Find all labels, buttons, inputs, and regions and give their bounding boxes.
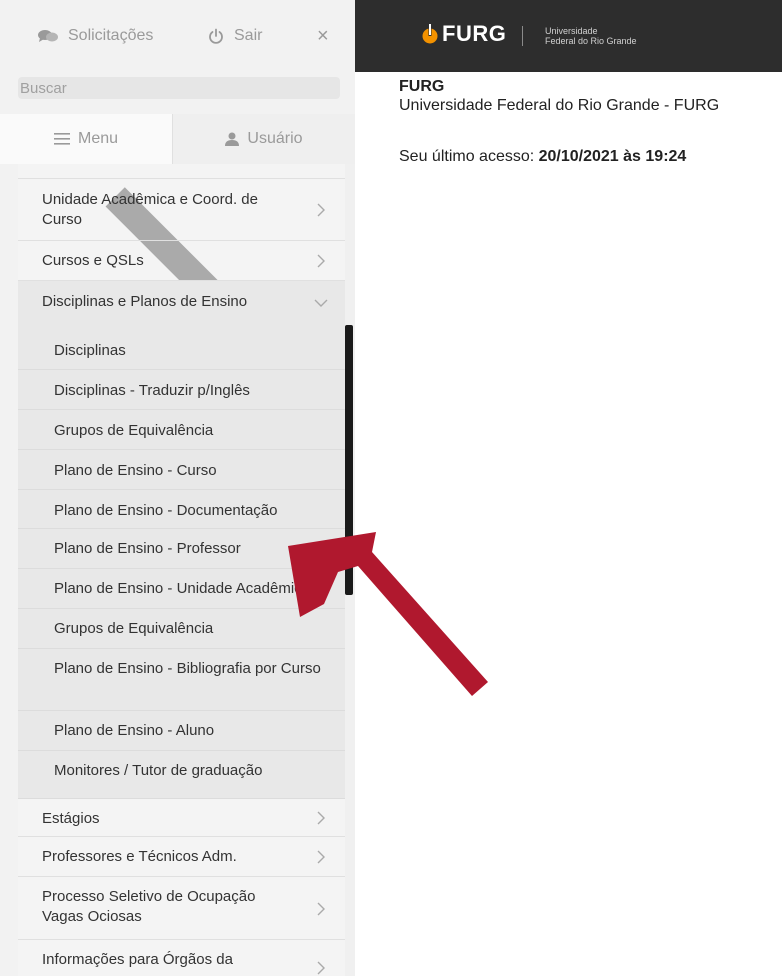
submenu-item[interactable]: Plano de Ensino - Unidade Acadêmica: [18, 569, 345, 609]
submenu-item-label: Plano de Ensino - Bibliografia por Curso: [54, 660, 321, 677]
logo-subtitle-line1: Universidade: [545, 26, 598, 36]
requests-button[interactable]: Solicitações: [38, 27, 153, 45]
flame-logo-icon: [422, 23, 438, 44]
menu-item-label: Informações para Órgãos da: [42, 951, 233, 968]
tab-user-label: Usuário: [247, 130, 303, 147]
menu-item-professores[interactable]: Professores e Técnicos Adm.: [18, 837, 345, 877]
submenu-item-label: Monitores / Tutor de graduação: [54, 762, 263, 779]
requests-label: Solicitações: [68, 27, 154, 44]
tab-menu[interactable]: Menu: [0, 114, 173, 164]
submenu-item-label: Disciplinas - Traduzir p/Inglês: [54, 382, 250, 399]
submenu-item-label: Plano de Ensino - Curso: [54, 462, 217, 479]
logo-text: FURG: [442, 21, 507, 46]
submenu-item-label: Grupos de Equivalência: [54, 422, 214, 439]
menu-item-label: Unidade Acadêmica e Coord. de Curso: [42, 191, 258, 228]
scrollbar-thumb[interactable]: [345, 325, 353, 595]
submenu-item[interactable]: Plano de Ensino - Professor: [18, 529, 345, 569]
submenu-item-label: Plano de Ensino - Professor: [54, 540, 241, 557]
submenu-item-label: Disciplinas: [54, 342, 126, 359]
menu-item-informacoes-orgaos[interactable]: Informações para Órgãos da: [18, 940, 345, 976]
org-full-name: Universidade Federal do Rio Grande - FUR…: [399, 97, 720, 114]
user-icon: [225, 132, 240, 146]
hamburger-icon: [53, 133, 70, 145]
sidebar-menu: Unidade Acadêmica e Coord. de Curso Curs…: [18, 164, 345, 976]
menu-item-estagios[interactable]: Estágios: [18, 799, 345, 837]
submenu-item[interactable]: Grupos de Equivalência: [18, 410, 345, 450]
submenu-item[interactable]: Plano de Ensino - Curso: [18, 450, 345, 490]
menu-item-disciplinas-planos[interactable]: Disciplinas e Planos de Ensino: [18, 281, 345, 329]
submenu-item[interactable]: Grupos de Equivalência: [18, 609, 345, 649]
submenu-item[interactable]: Disciplinas - Traduzir p/Inglês: [18, 370, 345, 410]
submenu-item-label: Plano de Ensino - Aluno: [54, 722, 215, 739]
close-icon[interactable]: ×: [317, 25, 329, 48]
search-input[interactable]: [18, 77, 340, 99]
org-short-name: FURG: [399, 78, 445, 95]
chevron-right-icon: [317, 961, 325, 975]
app-header: FURG Universidade Federal do Rio Grande: [355, 0, 782, 72]
menu-item-label: Professores e Técnicos Adm.: [42, 848, 237, 865]
menu-item-label: Processo Seletivo de Ocupação Vagas Ocio…: [42, 888, 256, 925]
menu-item-label: Disciplinas e Planos de Ensino: [42, 293, 248, 310]
logout-button[interactable]: Sair: [208, 27, 262, 45]
sidebar-tabs: Menu Usuário: [0, 114, 355, 164]
logo-subtitle: Universidade Federal do Rio Grande: [545, 26, 637, 46]
last-access-label: Seu último acesso:: [399, 148, 539, 165]
submenu-item-label: Grupos de Equivalência: [54, 620, 214, 637]
chevron-down-icon: [314, 299, 328, 307]
submenu-item[interactable]: Plano de Ensino - Documentação: [18, 490, 345, 529]
chevron-right-icon: [317, 254, 325, 268]
submenu-item[interactable]: Disciplinas: [18, 329, 345, 370]
submenu-item[interactable]: Plano de Ensino - Aluno: [18, 711, 345, 751]
submenu-item-label: Plano de Ensino - Documentação: [54, 502, 278, 519]
menu-item-partial[interactable]: [18, 164, 345, 440]
chat-bubbles-icon: [38, 30, 58, 42]
submenu-item[interactable]: Plano de Ensino - Bibliografia por Curso: [18, 649, 345, 711]
logo-divider: [522, 26, 523, 46]
power-icon: [209, 28, 223, 44]
last-access-value: 20/10/2021 às 19:24: [538, 148, 687, 165]
chevron-right-icon: [317, 203, 325, 217]
tab-user[interactable]: Usuário: [173, 114, 355, 164]
sidebar-topbar: Solicitações Sair ×: [0, 0, 355, 72]
submenu-item[interactable]: Monitores / Tutor de graduação: [18, 751, 345, 799]
chevron-right-icon: [317, 850, 325, 864]
last-access: Seu último acesso: 20/10/2021 às 19:24: [399, 148, 686, 166]
menu-item-label: Cursos e QSLs: [42, 252, 144, 269]
menu-item-cursos-qsls[interactable]: Cursos e QSLs: [18, 241, 345, 281]
tab-menu-label: Menu: [77, 130, 119, 147]
chevron-right-icon: [317, 902, 325, 916]
furg-logo[interactable]: FURG: [422, 21, 506, 47]
menu-item-processo-seletivo[interactable]: Processo Seletivo de Ocupação Vagas Ocio…: [18, 877, 345, 940]
chevron-right-icon: [317, 811, 325, 825]
submenu-item-label: Plano de Ensino - Unidade Acadêmica: [54, 580, 310, 597]
logout-label: Sair: [234, 27, 263, 44]
menu-item-label: Estágios: [42, 810, 100, 827]
menu-item-unidade-academica[interactable]: Unidade Acadêmica e Coord. de Curso: [18, 178, 345, 241]
logo-subtitle-line2: Federal do Rio Grande: [545, 36, 637, 46]
